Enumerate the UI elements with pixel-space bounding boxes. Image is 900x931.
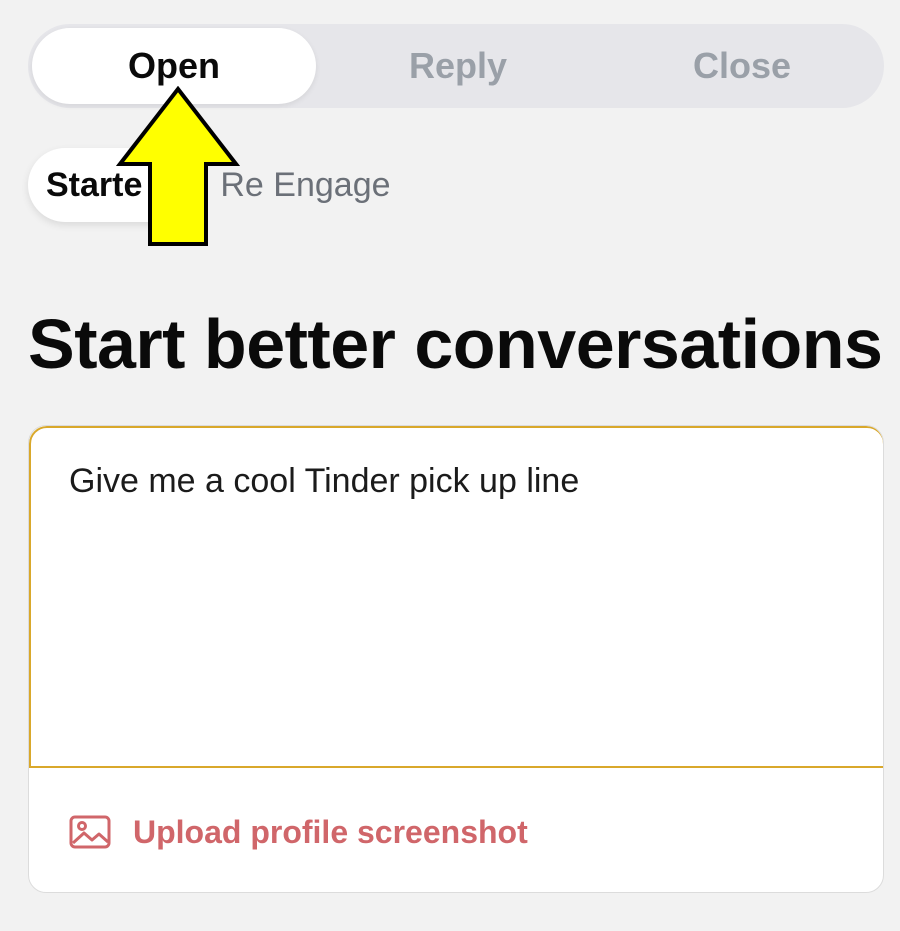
image-icon (69, 815, 111, 849)
upload-profile-button[interactable]: Upload profile screenshot (69, 812, 528, 852)
tab-close[interactable]: Close (600, 24, 884, 108)
annotation-arrow-icon (116, 86, 240, 246)
prompt-input[interactable]: Give me a cool Tinder pick up line (29, 426, 883, 768)
app-screen: Open Reply Close Starte Re Engage Start … (0, 0, 900, 931)
page-title: Start better conversations (28, 305, 883, 383)
prompt-card: Give me a cool Tinder pick up line Uploa… (28, 425, 884, 893)
tab-reply[interactable]: Reply (316, 24, 600, 108)
upload-label: Upload profile screenshot (133, 813, 528, 850)
